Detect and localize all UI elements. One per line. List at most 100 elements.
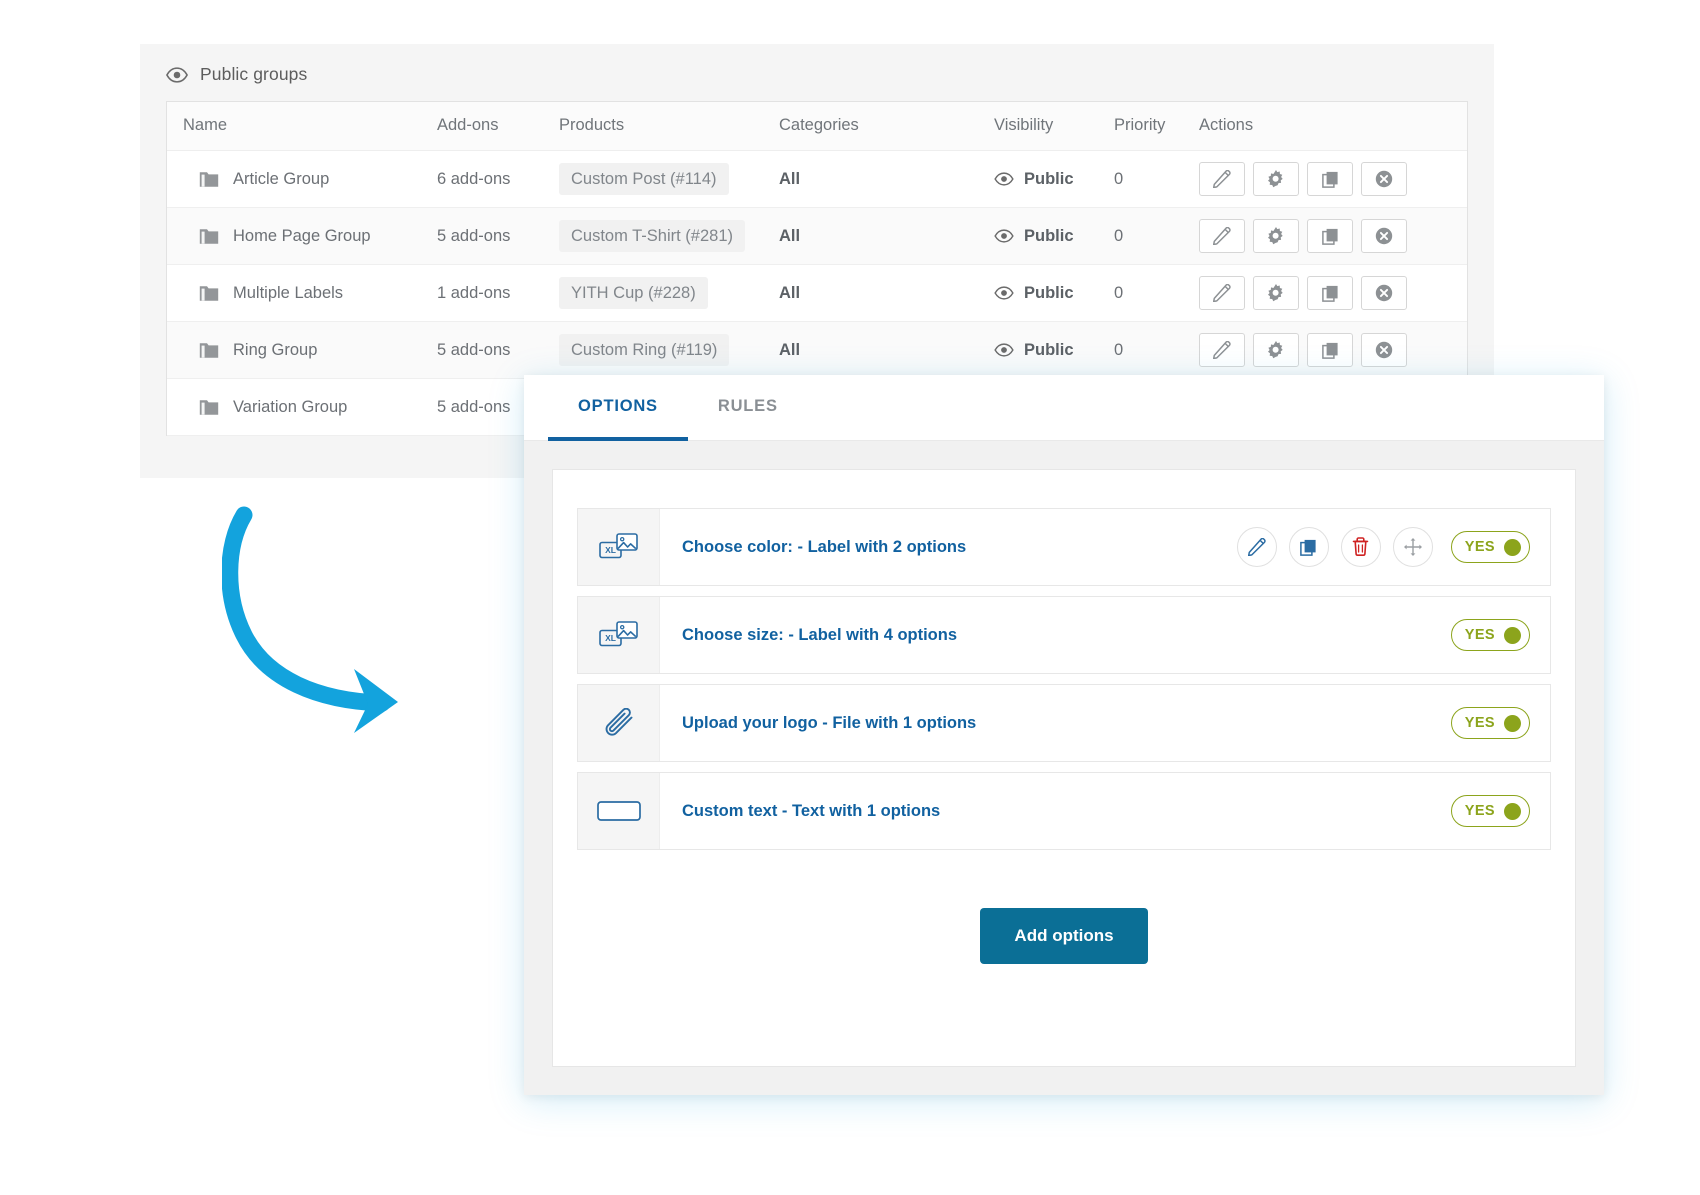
option-type-icon-box: XL (578, 597, 660, 673)
table-row[interactable]: Multiple Labels 1 add-ons YITH Cup (#228) A… (167, 264, 1467, 322)
edit-icon (1213, 284, 1231, 302)
option-label: Choose size: - Label with 4 options (682, 625, 958, 644)
gear-button[interactable] (1253, 333, 1299, 367)
remove-button[interactable] (1361, 333, 1407, 367)
add-options-row: Add options (577, 860, 1551, 964)
column-header-priority[interactable]: Priority (1114, 102, 1199, 151)
option-row[interactable]: Custom text - Text with 1 options YES (577, 772, 1551, 850)
option-label: Choose color: - Label with 2 options (682, 537, 967, 556)
gear-icon (1267, 227, 1285, 245)
folder-icon (199, 285, 219, 302)
category-value: All (779, 340, 801, 359)
gear-button[interactable] (1253, 162, 1299, 196)
table-row[interactable]: Ring Group 5 add-ons Custom Ring (#119) All… (167, 321, 1467, 379)
cell-name: Multiple Labels (167, 264, 437, 322)
edit-button[interactable] (1199, 276, 1245, 310)
folder-icon (199, 228, 219, 245)
option-enabled-toggle[interactable]: YES (1450, 795, 1530, 827)
remove-button[interactable] (1361, 276, 1407, 310)
option-enabled-toggle[interactable]: YES (1450, 707, 1530, 739)
gear-icon (1267, 341, 1285, 359)
cell-actions (1199, 150, 1467, 208)
paperclip-icon (603, 708, 635, 738)
edit-button[interactable] (1199, 333, 1245, 367)
option-enabled-toggle[interactable]: YES (1450, 619, 1530, 651)
category-value: All (779, 226, 801, 245)
visibility-value: Public (1024, 340, 1074, 359)
option-trash-button[interactable] (1340, 527, 1381, 567)
option-actions: YES (1445, 685, 1550, 761)
group-name: Variation Group (233, 397, 348, 416)
table-row[interactable]: Article Group 6 add-ons Custom Post (#114)… (167, 150, 1467, 208)
visibility-value: Public (1024, 169, 1074, 188)
gear-button[interactable] (1253, 219, 1299, 253)
add-options-button[interactable]: Add options (980, 908, 1148, 964)
toggle-knob (1504, 538, 1521, 556)
option-row[interactable]: XL Choose size: - Label with 4 options YES (577, 596, 1551, 674)
column-header-categories[interactable]: Categories (779, 102, 994, 151)
duplicate-icon (1321, 285, 1339, 302)
group-name: Ring Group (233, 340, 318, 359)
product-chip: YITH Cup (#228) (559, 276, 708, 310)
label-image-icon: XL (598, 620, 639, 650)
cell-priority: 0 (1114, 321, 1199, 379)
edit-icon (1213, 341, 1231, 359)
remove-button[interactable] (1361, 162, 1407, 196)
duplicate-button[interactable] (1307, 333, 1353, 367)
tab-rules[interactable]: RULES (688, 375, 808, 441)
eye-icon (994, 286, 1014, 300)
cell-visibility: Public (994, 207, 1114, 265)
toggle-knob (1504, 626, 1521, 644)
tab-options[interactable]: OPTIONS (548, 375, 688, 441)
eye-icon (994, 172, 1014, 186)
cell-name: Ring Group (167, 321, 437, 379)
duplicate-icon (1321, 342, 1339, 359)
edit-button[interactable] (1199, 162, 1245, 196)
svg-text:XL: XL (605, 545, 616, 555)
eye-icon (994, 343, 1014, 357)
toggle-label: YES (1464, 539, 1495, 555)
cell-addons: 1 add-ons (437, 264, 559, 322)
remove-icon (1375, 227, 1393, 245)
options-modal: OPTIONS RULES XL Choose color: - Label wit… (524, 375, 1604, 1095)
table-header: Name Add-ons Products Categories Visibil… (167, 102, 1467, 151)
remove-icon (1375, 170, 1393, 188)
remove-button[interactable] (1361, 219, 1407, 253)
cell-addons: 5 add-ons (437, 207, 559, 265)
cell-priority: 0 (1114, 207, 1199, 265)
duplicate-button[interactable] (1307, 276, 1353, 310)
options-list: XL Choose color: - Label with 2 options YE… (577, 508, 1551, 850)
column-header-visibility[interactable]: Visibility (994, 102, 1114, 151)
toggle-knob (1504, 714, 1521, 732)
group-name: Article Group (233, 169, 330, 188)
cell-name: Home Page Group (167, 207, 437, 265)
column-header-name[interactable]: Name (167, 102, 437, 151)
duplicate-button[interactable] (1307, 219, 1353, 253)
folder-icon (199, 171, 219, 188)
option-row[interactable]: Upload your logo - File with 1 options YE… (577, 684, 1551, 762)
modal-tabs: OPTIONS RULES (524, 375, 1604, 441)
cell-priority: 0 (1114, 264, 1199, 322)
cell-actions (1199, 321, 1467, 379)
duplicate-icon (1321, 171, 1339, 188)
text-field-icon (596, 801, 641, 821)
column-header-addons[interactable]: Add-ons (437, 102, 559, 151)
option-edit-button[interactable] (1236, 527, 1277, 567)
table-header-row: Name Add-ons Products Categories Visibil… (167, 102, 1467, 151)
option-row[interactable]: XL Choose color: - Label with 2 options YE… (577, 508, 1551, 586)
eye-icon (166, 66, 188, 83)
cell-priority: 0 (1114, 150, 1199, 208)
eye-icon (994, 229, 1014, 243)
option-move-button[interactable] (1392, 527, 1433, 567)
edit-button[interactable] (1199, 219, 1245, 253)
option-duplicate-button[interactable] (1288, 527, 1329, 567)
table-row[interactable]: Home Page Group 5 add-ons Custom T-Shirt (… (167, 207, 1467, 265)
cell-categories: All (779, 264, 994, 322)
option-label: Custom text - Text with 1 options (682, 801, 941, 820)
cell-products: Custom T-Shirt (#281) (559, 207, 779, 265)
duplicate-button[interactable] (1307, 162, 1353, 196)
remove-icon (1375, 284, 1393, 302)
option-enabled-toggle[interactable]: YES (1450, 531, 1530, 563)
gear-button[interactable] (1253, 276, 1299, 310)
column-header-products[interactable]: Products (559, 102, 779, 151)
